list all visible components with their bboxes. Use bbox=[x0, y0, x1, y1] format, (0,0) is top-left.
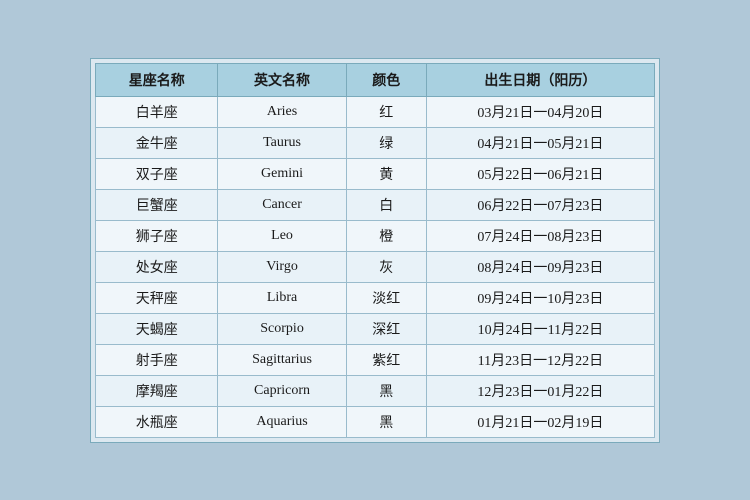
table-cell-r8-c3: 11月23日一12月22日 bbox=[426, 344, 654, 375]
table-row: 狮子座Leo橙07月24日一08月23日 bbox=[96, 220, 655, 251]
table-cell-r8-c1: Sagittarius bbox=[218, 344, 346, 375]
table-cell-r0-c0: 白羊座 bbox=[96, 96, 218, 127]
table-row: 天蝎座Scorpio深红10月24日一11月22日 bbox=[96, 313, 655, 344]
table-cell-r5-c2: 灰 bbox=[346, 251, 426, 282]
table-cell-r1-c3: 04月21日一05月21日 bbox=[426, 127, 654, 158]
table-cell-r4-c3: 07月24日一08月23日 bbox=[426, 220, 654, 251]
table-cell-r10-c0: 水瓶座 bbox=[96, 406, 218, 437]
table-cell-r5-c0: 处女座 bbox=[96, 251, 218, 282]
table-row: 射手座Sagittarius紫红11月23日一12月22日 bbox=[96, 344, 655, 375]
table-cell-r8-c2: 紫红 bbox=[346, 344, 426, 375]
table-cell-r4-c0: 狮子座 bbox=[96, 220, 218, 251]
table-cell-r0-c3: 03月21日一04月20日 bbox=[426, 96, 654, 127]
table-header-2: 颜色 bbox=[346, 63, 426, 96]
table-row: 巨蟹座Cancer白06月22日一07月23日 bbox=[96, 189, 655, 220]
table-cell-r9-c1: Capricorn bbox=[218, 375, 346, 406]
table-cell-r6-c3: 09月24日一10月23日 bbox=[426, 282, 654, 313]
table-cell-r0-c2: 红 bbox=[346, 96, 426, 127]
table-cell-r1-c2: 绿 bbox=[346, 127, 426, 158]
table-cell-r6-c2: 淡红 bbox=[346, 282, 426, 313]
table-cell-r5-c3: 08月24日一09月23日 bbox=[426, 251, 654, 282]
table-cell-r6-c0: 天秤座 bbox=[96, 282, 218, 313]
table-row: 摩羯座Capricorn黑12月23日一01月22日 bbox=[96, 375, 655, 406]
table-cell-r2-c0: 双子座 bbox=[96, 158, 218, 189]
table-header-row: 星座名称英文名称颜色出生日期（阳历） bbox=[96, 63, 655, 96]
table-header-1: 英文名称 bbox=[218, 63, 346, 96]
table-cell-r9-c2: 黑 bbox=[346, 375, 426, 406]
table-cell-r10-c3: 01月21日一02月19日 bbox=[426, 406, 654, 437]
table-header-3: 出生日期（阳历） bbox=[426, 63, 654, 96]
table-cell-r8-c0: 射手座 bbox=[96, 344, 218, 375]
table-row: 白羊座Aries红03月21日一04月20日 bbox=[96, 96, 655, 127]
table-row: 水瓶座Aquarius黑01月21日一02月19日 bbox=[96, 406, 655, 437]
table-row: 金牛座Taurus绿04月21日一05月21日 bbox=[96, 127, 655, 158]
table-cell-r3-c2: 白 bbox=[346, 189, 426, 220]
table-row: 天秤座Libra淡红09月24日一10月23日 bbox=[96, 282, 655, 313]
zodiac-table-container: 星座名称英文名称颜色出生日期（阳历） 白羊座Aries红03月21日一04月20… bbox=[90, 58, 660, 443]
table-cell-r4-c1: Leo bbox=[218, 220, 346, 251]
table-cell-r5-c1: Virgo bbox=[218, 251, 346, 282]
table-cell-r9-c0: 摩羯座 bbox=[96, 375, 218, 406]
table-cell-r7-c0: 天蝎座 bbox=[96, 313, 218, 344]
table-cell-r2-c3: 05月22日一06月21日 bbox=[426, 158, 654, 189]
table-cell-r4-c2: 橙 bbox=[346, 220, 426, 251]
table-header-0: 星座名称 bbox=[96, 63, 218, 96]
table-cell-r9-c3: 12月23日一01月22日 bbox=[426, 375, 654, 406]
table-cell-r0-c1: Aries bbox=[218, 96, 346, 127]
table-cell-r3-c3: 06月22日一07月23日 bbox=[426, 189, 654, 220]
table-cell-r7-c2: 深红 bbox=[346, 313, 426, 344]
table-row: 处女座Virgo灰08月24日一09月23日 bbox=[96, 251, 655, 282]
table-cell-r1-c0: 金牛座 bbox=[96, 127, 218, 158]
table-cell-r2-c2: 黄 bbox=[346, 158, 426, 189]
table-cell-r7-c3: 10月24日一11月22日 bbox=[426, 313, 654, 344]
table-cell-r7-c1: Scorpio bbox=[218, 313, 346, 344]
table-cell-r6-c1: Libra bbox=[218, 282, 346, 313]
table-cell-r3-c1: Cancer bbox=[218, 189, 346, 220]
table-cell-r10-c1: Aquarius bbox=[218, 406, 346, 437]
zodiac-table: 星座名称英文名称颜色出生日期（阳历） 白羊座Aries红03月21日一04月20… bbox=[95, 63, 655, 438]
table-cell-r3-c0: 巨蟹座 bbox=[96, 189, 218, 220]
table-cell-r10-c2: 黑 bbox=[346, 406, 426, 437]
table-body: 白羊座Aries红03月21日一04月20日金牛座Taurus绿04月21日一0… bbox=[96, 96, 655, 437]
table-cell-r2-c1: Gemini bbox=[218, 158, 346, 189]
table-cell-r1-c1: Taurus bbox=[218, 127, 346, 158]
table-row: 双子座Gemini黄05月22日一06月21日 bbox=[96, 158, 655, 189]
